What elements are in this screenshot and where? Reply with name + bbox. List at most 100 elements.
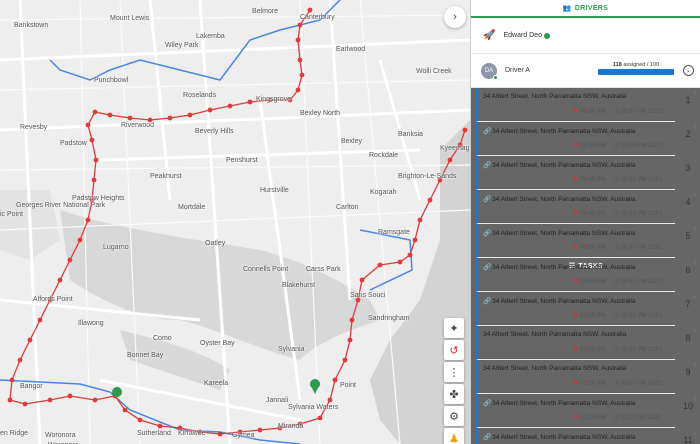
flag-icon: ⚑ [573, 347, 579, 353]
flag-icon: ⚑ [573, 279, 579, 285]
task-number: 7j 10 [682, 396, 696, 411]
suburb-label: Bankstown [14, 22, 49, 29]
task-eta: ◷ 10:47 PM 11/01 [614, 279, 663, 285]
task-address: 🔗34 Albert Street, North Parramatta NSW,… [483, 298, 636, 305]
settings-button[interactable]: ⚙ [444, 406, 464, 426]
route-stop [187, 112, 193, 118]
suburb-label: Banksia [398, 131, 423, 138]
online-dot [493, 74, 498, 80]
task-scheduled: ⚑ 09:40 PM [573, 177, 606, 183]
suburb-label: Connells Point [243, 266, 289, 273]
suburb-label: Lugarno [103, 244, 129, 251]
suburb-label: Bonnet Bay [127, 352, 164, 359]
task-recipient: No recipient [483, 312, 516, 318]
route-stop [37, 317, 43, 323]
clock-icon: ◷ [614, 211, 620, 217]
task-item[interactable]: 🔗34 Albert Street, North Parramatta NSW,… [476, 224, 696, 258]
task-number: 7j 7 [685, 294, 696, 309]
task-recipient: No recipient [483, 380, 516, 386]
suburb-label: Illawong [78, 320, 104, 327]
task-address: 🔗34 Albert Street, North Parramatta NSW,… [483, 128, 636, 135]
task-eta: ◷ 10:51 PM 11/01 [614, 177, 663, 183]
suburb-label: Alfords Point [33, 296, 73, 303]
clock-icon: ◷ [614, 177, 620, 183]
route-stop [377, 262, 383, 268]
suburb-label: Roselands [183, 92, 217, 99]
rocket-icon: 🚀 [483, 30, 496, 41]
task-eta: ◷ 12:11 AM 31/01 [614, 415, 663, 421]
chevron-right-icon: › [453, 11, 457, 23]
suburb-label: Sans Souci [350, 292, 386, 299]
task-address: 🔗34 Albert Street, North Parramatta NSW,… [483, 434, 636, 441]
task-eta: ◷ 06:07 PM 30/01 [614, 381, 664, 387]
street-view-button[interactable]: ♟ [444, 428, 464, 444]
task-item[interactable]: 34 Albert Street, North Parramatta NSW, … [476, 88, 696, 122]
dispatcher-row[interactable]: 🚀 Edward Deo [471, 18, 700, 54]
route-stop [27, 337, 33, 343]
suburb-label: Mortdale [178, 204, 206, 211]
task-scheduled: ⚑ 09:45 PM [573, 211, 606, 217]
task-scheduled: ⚑ 09:30 PM [573, 109, 606, 115]
map-pin-button[interactable]: ✦ [444, 318, 464, 338]
panel-tabs: ☰ TASKS 👥 DRIVERS [471, 0, 700, 444]
route-stop [347, 337, 353, 343]
suburb-label: Point [340, 382, 356, 389]
route-stop [57, 277, 63, 283]
task-item[interactable]: 🔗34 Albert Street, North Parramatta NSW,… [476, 190, 696, 224]
task-recipient: test [483, 346, 493, 352]
task-item[interactable]: 🔗34 Albert Street, North Parramatta NSW,… [476, 428, 696, 444]
suburb-label: Punchbowl [94, 77, 129, 84]
route-stop [122, 407, 128, 413]
task-item[interactable]: 🔗34 Albert Street, North Parramatta NSW,… [476, 156, 696, 190]
task-recipient: No recipient [483, 108, 516, 114]
expand-driver-button[interactable]: ⌄ [683, 65, 694, 76]
pegman-icon: ♟ [449, 432, 459, 444]
suburb-label: Bangor [20, 383, 43, 390]
map-view[interactable]: Bankstown Mount Lewis Lakemba Wiley Park Bel… [0, 0, 470, 444]
driver-row[interactable]: DA Driver A 118 assigned / 100 ⌄ [471, 54, 700, 88]
task-item[interactable]: 34 Albert Street, North Parramatta NSW, … [476, 326, 696, 360]
task-recipient: test [483, 278, 493, 284]
task-item[interactable]: 🔗34 Albert Street, North Parramatta NSW,… [476, 394, 696, 428]
green-marker-west [112, 387, 122, 397]
task-address: 🔗34 Albert Street, North Parramatta NSW,… [483, 400, 636, 407]
route-stop [349, 317, 355, 323]
suburb-label: Carlton [336, 204, 359, 211]
route-stop [297, 22, 303, 28]
route-stop [297, 57, 303, 63]
link-icon: 🔗 [483, 128, 492, 135]
driver-path-east [359, 229, 413, 291]
route-stop [307, 7, 313, 13]
task-scheduled: ⚑ 09:55 PM [573, 279, 606, 285]
side-panel: ☰ TASKS 👥 DRIVERS 🚀 Edward Deo DA Driver A… [470, 0, 700, 444]
task-item[interactable]: 🔗34 Albert Street, North Parramatta NSW,… [476, 122, 696, 156]
dispatcher-name: Edward Deo [503, 32, 542, 39]
traffic-button[interactable]: ⋮ [444, 362, 464, 382]
suburb-label: ic Point [0, 211, 23, 218]
clock-icon: ◷ [614, 313, 620, 319]
suburb-label: Hurstville [260, 187, 289, 194]
collapse-panel-button[interactable]: › [444, 6, 466, 28]
suburb-label: Blakehurst [282, 282, 316, 289]
task-address: 🔗34 Albert Street, North Parramatta NSW,… [483, 264, 636, 271]
route-tools-button[interactable]: ✤ [444, 384, 464, 404]
task-address: 34 Albert Street, North Parramatta NSW, … [483, 365, 627, 372]
suburb-label: Kirrawee [178, 430, 206, 437]
history-button[interactable]: ↺ [444, 340, 464, 360]
chevron-down-icon: ⌄ [685, 68, 692, 74]
route-stop [327, 397, 333, 403]
suburb-label: Jannali [266, 397, 289, 404]
route-stop [157, 423, 163, 429]
route-stop [332, 377, 338, 383]
task-item[interactable]: 🔗34 Albert Street, North Parramatta NSW,… [476, 292, 696, 326]
route-stop [85, 122, 91, 128]
suburb-label: Wiley Park [165, 42, 199, 49]
flag-icon: ⚑ [573, 143, 579, 149]
task-number: 7j 8 [685, 328, 696, 343]
task-item[interactable]: 34 Albert Street, North Parramatta NSW, … [476, 360, 696, 394]
route-stop [299, 72, 305, 78]
link-icon: 🔗 [483, 298, 492, 305]
clock-icon: ◷ [614, 279, 620, 285]
task-item[interactable]: 🔗34 Albert Street, North Parramatta NSW,… [476, 258, 696, 292]
tab-drivers[interactable]: 👥 DRIVERS [471, 0, 700, 18]
